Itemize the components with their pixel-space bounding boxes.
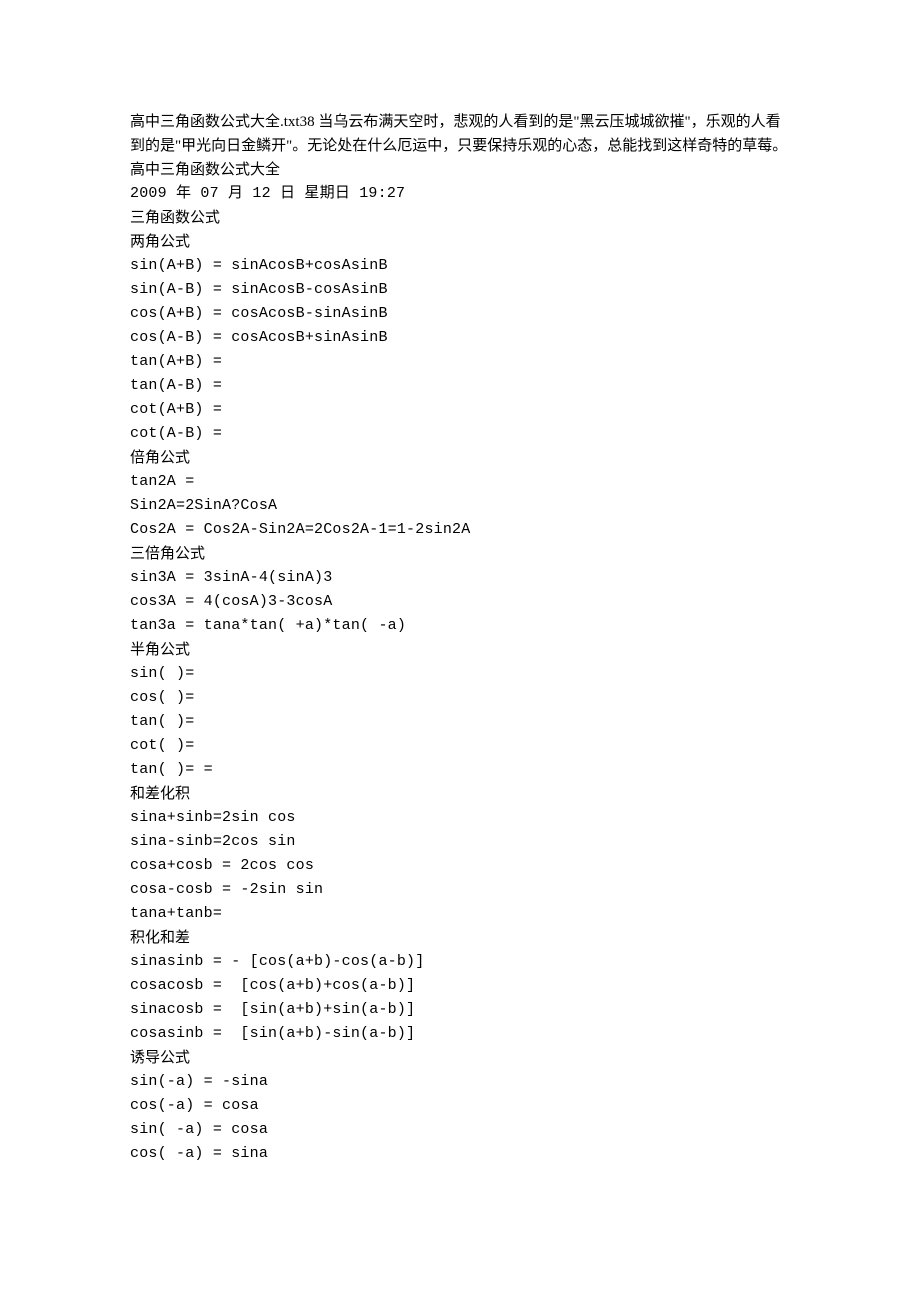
formula-line: Sin2A=2SinA?CosA bbox=[130, 494, 790, 518]
formula-line: cosa-cosb = -2sin sin bbox=[130, 878, 790, 902]
formula-line: cos(-a) = cosa bbox=[130, 1094, 790, 1118]
document-page: 高中三角函数公式大全.txt38 当乌云布满天空时，悲观的人看到的是"黑云压城城… bbox=[0, 0, 920, 1226]
formula-line: sin(-a) = -sina bbox=[130, 1070, 790, 1094]
formula-line: cot(A+B) = bbox=[130, 398, 790, 422]
formula-line: tana+tanb= bbox=[130, 902, 790, 926]
section-title: 倍角公式 bbox=[130, 446, 790, 470]
section-title: 和差化积 bbox=[130, 782, 790, 806]
formula-line: cot(A-B) = bbox=[130, 422, 790, 446]
formula-line: sin(A+B) = sinAcosB+cosAsinB bbox=[130, 254, 790, 278]
formula-line: tan(A+B) = bbox=[130, 350, 790, 374]
section-title: 半角公式 bbox=[130, 638, 790, 662]
formula-line: sin( )= bbox=[130, 662, 790, 686]
formula-line: tan(A-B) = bbox=[130, 374, 790, 398]
formula-line: cosacosb = [cos(a+b)+cos(a-b)] bbox=[130, 974, 790, 998]
date-line: 2009 年 07 月 12 日 星期日 19:27 bbox=[130, 182, 790, 206]
formula-line: tan( )= bbox=[130, 710, 790, 734]
formula-line: sina-sinb=2cos sin bbox=[130, 830, 790, 854]
formula-line: sina+sinb=2sin cos bbox=[130, 806, 790, 830]
formula-line: sin3A = 3sinA-4(sinA)3 bbox=[130, 566, 790, 590]
formula-line: tan2A = bbox=[130, 470, 790, 494]
formula-line: cos(A+B) = cosAcosB-sinAsinB bbox=[130, 302, 790, 326]
formula-line: sin( -a) = cosa bbox=[130, 1118, 790, 1142]
formula-line: cos( -a) = sina bbox=[130, 1142, 790, 1166]
formula-line: Cos2A = Cos2A-Sin2A=2Cos2A-1=1-2sin2A bbox=[130, 518, 790, 542]
section-title: 诱导公式 bbox=[130, 1046, 790, 1070]
formula-line: cosasinb = [sin(a+b)-sin(a-b)] bbox=[130, 1022, 790, 1046]
formula-line: cot( )= bbox=[130, 734, 790, 758]
formula-line: tan3a = tana*tan( +a)*tan( -a) bbox=[130, 614, 790, 638]
intro-paragraph: 高中三角函数公式大全.txt38 当乌云布满天空时，悲观的人看到的是"黑云压城城… bbox=[130, 110, 790, 182]
section-title: 两角公式 bbox=[130, 230, 790, 254]
content-body: 三角函数公式两角公式sin(A+B) = sinAcosB+cosAsinBsi… bbox=[130, 206, 790, 1166]
section-title: 三倍角公式 bbox=[130, 542, 790, 566]
formula-line: sin(A-B) = sinAcosB-cosAsinB bbox=[130, 278, 790, 302]
section-title: 积化和差 bbox=[130, 926, 790, 950]
formula-line: tan( )= = bbox=[130, 758, 790, 782]
formula-line: cos( )= bbox=[130, 686, 790, 710]
formula-line: cos3A = 4(cosA)3-3cosA bbox=[130, 590, 790, 614]
formula-line: cosa+cosb = 2cos cos bbox=[130, 854, 790, 878]
section-title: 三角函数公式 bbox=[130, 206, 790, 230]
formula-line: cos(A-B) = cosAcosB+sinAsinB bbox=[130, 326, 790, 350]
formula-line: sinasinb = - [cos(a+b)-cos(a-b)] bbox=[130, 950, 790, 974]
formula-line: sinacosb = [sin(a+b)+sin(a-b)] bbox=[130, 998, 790, 1022]
